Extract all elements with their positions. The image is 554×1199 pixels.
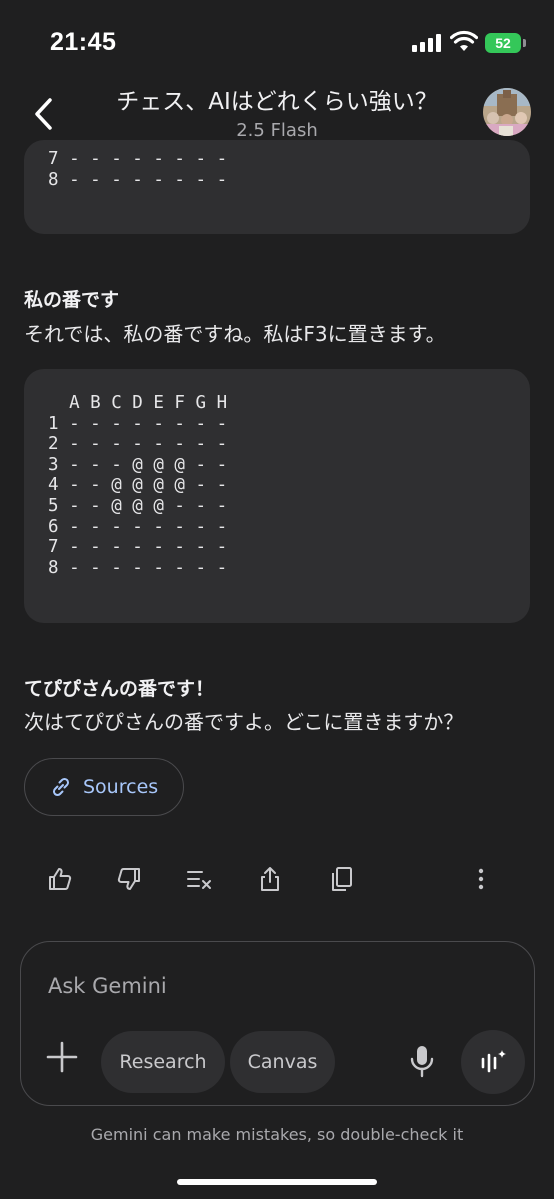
section-text-my-turn: それでは、私の番ですね。私はF3に置きます。 xyxy=(24,322,446,346)
disclaimer-text: Gemini can make mistakes, so double-chec… xyxy=(90,1125,464,1144)
battery-tip xyxy=(523,39,526,47)
section-heading-my-turn: 私の番です xyxy=(24,289,120,311)
chat-title[interactable]: チェス、AIはどれくらい強い？ xyxy=(90,82,464,116)
code-block-previous: 7 - - - - - - - - 8 - - - - - - - - xyxy=(24,140,530,234)
response-actions xyxy=(0,860,554,900)
more-button[interactable] xyxy=(466,864,496,894)
research-chip[interactable]: Research xyxy=(101,1031,225,1093)
chevron-left-icon xyxy=(35,98,52,130)
code-block-board: A B C D E F G H 1 - - - - - - - - 2 - - … xyxy=(24,369,530,623)
share-icon xyxy=(261,867,279,891)
microphone-icon[interactable] xyxy=(407,1044,437,1078)
live-audio-sparkle-icon xyxy=(481,1050,506,1073)
gemini-live-button[interactable] xyxy=(461,1030,525,1094)
avatar[interactable] xyxy=(483,88,531,136)
status-time: 21:45 xyxy=(50,28,117,56)
double-check-button[interactable] xyxy=(184,864,214,894)
sources-label: Sources xyxy=(83,776,159,798)
thumb-up-icon xyxy=(49,868,72,890)
prompt-input[interactable]: Ask Gemini xyxy=(48,974,167,998)
wifi-icon xyxy=(450,30,478,51)
battery-icon: 52 xyxy=(485,33,521,53)
link-icon xyxy=(52,777,70,797)
section-text-your-turn: 次はてぴぴさんの番ですよ。どこに置きますか？ xyxy=(24,710,464,734)
canvas-chip[interactable]: Canvas xyxy=(230,1031,335,1093)
thumb-up-button[interactable] xyxy=(45,864,75,894)
gemini-chat-screen: 21:45 52 チェス、AIはどれくらい強い？ 2.5 Flash 7 - -… xyxy=(0,0,554,1199)
cellular-signal-icon xyxy=(412,34,442,52)
prompt-input-box[interactable]: Ask Gemini Research Canvas xyxy=(20,941,535,1106)
copy-icon xyxy=(332,867,352,891)
more-vert-icon xyxy=(478,868,484,890)
double-check-icon xyxy=(187,871,211,889)
share-button[interactable] xyxy=(255,864,285,894)
board-grid: A B C D E F G H 1 - - - - - - - - 2 - - … xyxy=(48,393,228,578)
copy-button[interactable] xyxy=(327,864,357,894)
avatar-image xyxy=(483,88,531,136)
back-button[interactable] xyxy=(26,94,60,134)
status-bar: 21:45 52 xyxy=(0,0,554,80)
model-name[interactable]: 2.5 Flash xyxy=(90,120,464,141)
home-indicator[interactable] xyxy=(177,1179,377,1185)
thumb-down-icon xyxy=(117,868,140,890)
thumb-down-button[interactable] xyxy=(114,864,144,894)
sources-button[interactable]: Sources xyxy=(24,758,184,816)
section-heading-your-turn: てぴぴさんの番です！ xyxy=(24,678,215,700)
plus-icon[interactable] xyxy=(45,1040,79,1074)
board-partial: 7 - - - - - - - - 8 - - - - - - - - xyxy=(48,149,228,190)
